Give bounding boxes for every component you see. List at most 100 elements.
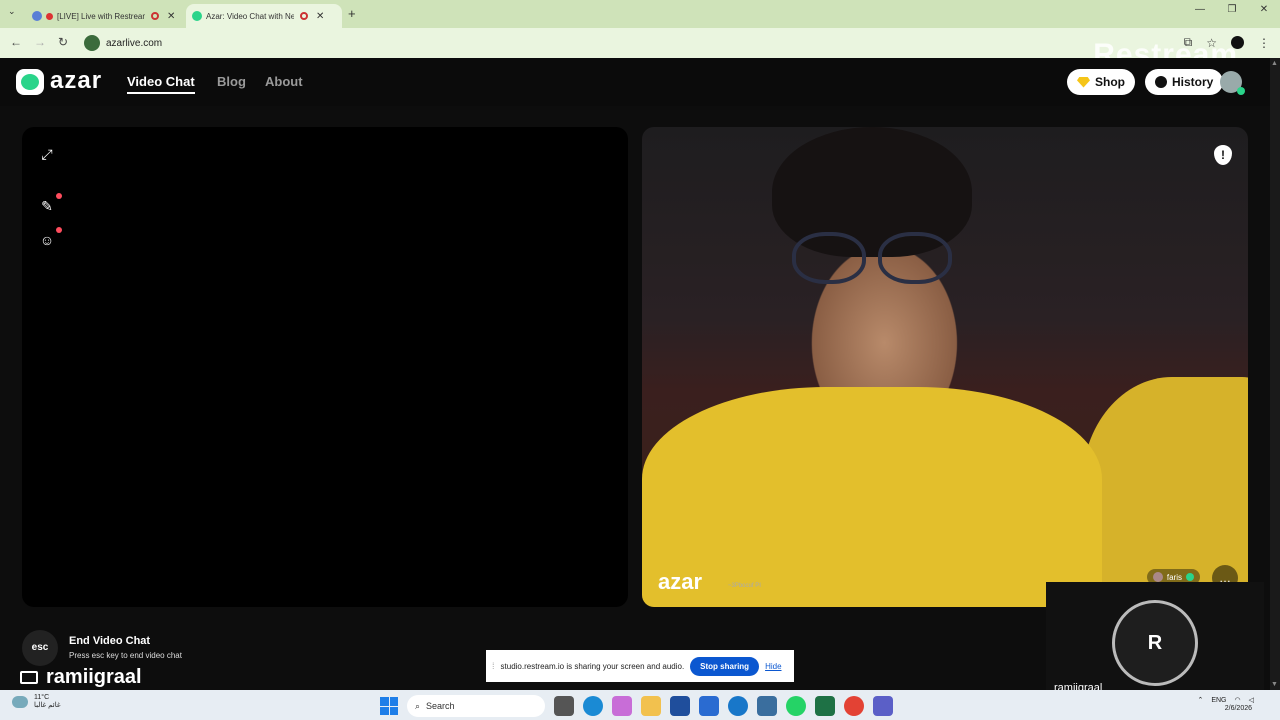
photos-icon[interactable]	[757, 696, 777, 716]
chrome-icon[interactable]	[844, 696, 864, 716]
back-icon[interactable]: ←	[10, 35, 22, 49]
window-controls: — ❐ ✕	[1184, 4, 1280, 15]
peer-name: faris	[1166, 572, 1182, 582]
shop-label: Shop	[1095, 75, 1125, 89]
report-shield-icon[interactable]: !	[1214, 145, 1232, 165]
shop-button[interactable]: Shop	[1067, 69, 1135, 95]
tab-title: [LIVE] Live with Restream	[57, 11, 145, 21]
face-filter-icon[interactable]: ☺	[38, 227, 62, 249]
monitor-icon	[20, 671, 38, 684]
clock-date[interactable]: 2/6/2026	[1225, 705, 1252, 712]
address-toolbar: ← → ↻ azarlive.com	[0, 28, 1280, 58]
bookmark-star-icon[interactable]: ☆	[1206, 36, 1217, 50]
recording-icon	[151, 12, 159, 20]
volume-icon[interactable]: ◁	[1249, 696, 1254, 704]
clock-icon	[1155, 76, 1167, 88]
gem-icon	[1077, 76, 1090, 88]
history-label: History	[1172, 75, 1214, 89]
taskbar-apps: ⌕ Search	[380, 695, 893, 717]
store-icon[interactable]	[670, 696, 690, 716]
nav-about[interactable]: About	[265, 74, 303, 89]
drag-handle-icon[interactable]: ⁞	[492, 661, 495, 671]
close-window-icon[interactable]: ✕	[1248, 4, 1280, 15]
menu-kebab-icon[interactable]: ⋮	[1258, 36, 1270, 50]
taskbar-search[interactable]: ⌕ Search	[407, 695, 545, 717]
windows-taskbar: 11°C غائم غالبا ⌕ Search ⌃ ENG ◠ ◁ 2/6/2…	[0, 690, 1280, 720]
url-bar[interactable]: azarlive.com	[80, 32, 1180, 54]
notification-dot	[56, 193, 62, 199]
esc-end-button[interactable]: esc	[22, 630, 58, 666]
close-tab-icon[interactable]: ✕	[167, 11, 175, 22]
new-tab-button[interactable]: +	[348, 6, 356, 21]
page-scrollbar[interactable]	[1270, 58, 1280, 690]
maximize-icon[interactable]: ❐	[1216, 4, 1248, 15]
search-icon: ⌕	[415, 700, 421, 711]
close-tab-icon[interactable]: ✕	[316, 11, 324, 22]
search-placeholder: Search	[426, 701, 455, 711]
whatsapp-icon[interactable]	[786, 696, 806, 716]
video-user-id: ~3Pbocuf PI	[728, 583, 761, 589]
weather-widget[interactable]: 11°C غائم غالبا	[12, 694, 61, 709]
notification-dot	[56, 227, 62, 233]
user-avatar[interactable]	[1220, 71, 1245, 95]
task-view-icon[interactable]	[554, 696, 574, 716]
url-text: azarlive.com	[106, 37, 163, 49]
browser-tab-strip: ⌄ [LIVE] Live with Restream ✕ Azar: Vide…	[0, 0, 1280, 28]
profile-icon[interactable]	[1231, 36, 1244, 49]
tab-search-chevron-icon[interactable]: ⌄	[8, 6, 16, 17]
language-indicator[interactable]: ENG	[1211, 697, 1226, 704]
video-person-shirt	[642, 387, 1102, 607]
peer-level-badge	[1186, 573, 1194, 581]
nav-blog[interactable]: Blog	[217, 74, 246, 89]
azar-logo-text[interactable]: azar	[50, 67, 102, 95]
tray-chevron-icon[interactable]: ⌃	[1197, 696, 1203, 704]
azar-favicon-icon	[192, 11, 202, 21]
outlook-icon[interactable]	[699, 696, 719, 716]
reload-icon[interactable]: ↻	[58, 35, 68, 49]
streamer-username: ramiigraal	[46, 666, 142, 688]
excel-icon[interactable]	[815, 696, 835, 716]
streamer-name-overlay: ramiigraal	[20, 666, 142, 689]
expand-icon[interactable]: ⤢	[38, 145, 56, 163]
site-header: azar Video Chat Blog About Shop History	[0, 58, 1270, 106]
cloud-icon	[12, 695, 28, 708]
tab-azar[interactable]: Azar: Video Chat with New ✕	[186, 4, 342, 28]
restream-camera-tile: R ramiigraal	[1046, 582, 1264, 704]
video-azar-watermark: azar	[658, 569, 703, 594]
magic-wand-icon[interactable]: ✎	[38, 193, 62, 215]
participant-initial-avatar: R	[1112, 600, 1198, 686]
stop-sharing-button[interactable]: Stop sharing	[690, 656, 760, 676]
hide-link[interactable]: Hide	[765, 662, 781, 671]
self-video-panel: ⤢ ✎ ☺	[22, 127, 628, 607]
system-tray: ⌃ ENG ◠ ◁	[1197, 696, 1254, 705]
windows-start-icon[interactable]	[380, 697, 398, 715]
edge-icon[interactable]	[583, 696, 603, 716]
recording-dot-icon	[46, 12, 53, 20]
teams-icon[interactable]	[873, 696, 893, 716]
history-button[interactable]: History	[1145, 69, 1224, 95]
tab-restream-live[interactable]: [LIVE] Live with Restream ✕	[26, 4, 178, 28]
end-video-chat-title: End Video Chat	[69, 635, 151, 647]
minimize-icon[interactable]: —	[1184, 4, 1216, 15]
end-video-chat-hint: Press esc key to end video chat	[69, 651, 182, 660]
remote-video-panel: ! azar ~3Pbocuf PI faris …	[642, 127, 1248, 607]
screen-share-notification: ⁞ studio.restream.io is sharing your scr…	[486, 650, 794, 682]
share-message: studio.restream.io is sharing your scree…	[500, 661, 685, 671]
peer-avatar	[1152, 572, 1163, 582]
forward-icon[interactable]: →	[34, 35, 46, 49]
azar-logo-icon[interactable]	[16, 69, 44, 95]
temperature: 11°C	[34, 694, 50, 701]
tab-title: Azar: Video Chat with New	[206, 11, 294, 21]
site-info-icon[interactable]	[84, 35, 100, 51]
wifi-icon[interactable]: ◠	[1235, 696, 1241, 704]
copilot-icon[interactable]	[612, 696, 632, 716]
cast-icon[interactable]: ⧉	[1184, 35, 1193, 50]
nav-video-chat[interactable]: Video Chat	[127, 74, 195, 94]
restream-favicon-icon	[32, 11, 42, 21]
file-explorer-icon[interactable]	[641, 696, 661, 716]
app-icon[interactable]	[728, 696, 748, 716]
weather-text: غائم غالبا	[34, 702, 61, 709]
browser-action-icons: ⧉ ☆ ⋮	[1184, 35, 1270, 50]
video-person-glasses	[792, 232, 952, 284]
recording-icon	[300, 12, 308, 20]
